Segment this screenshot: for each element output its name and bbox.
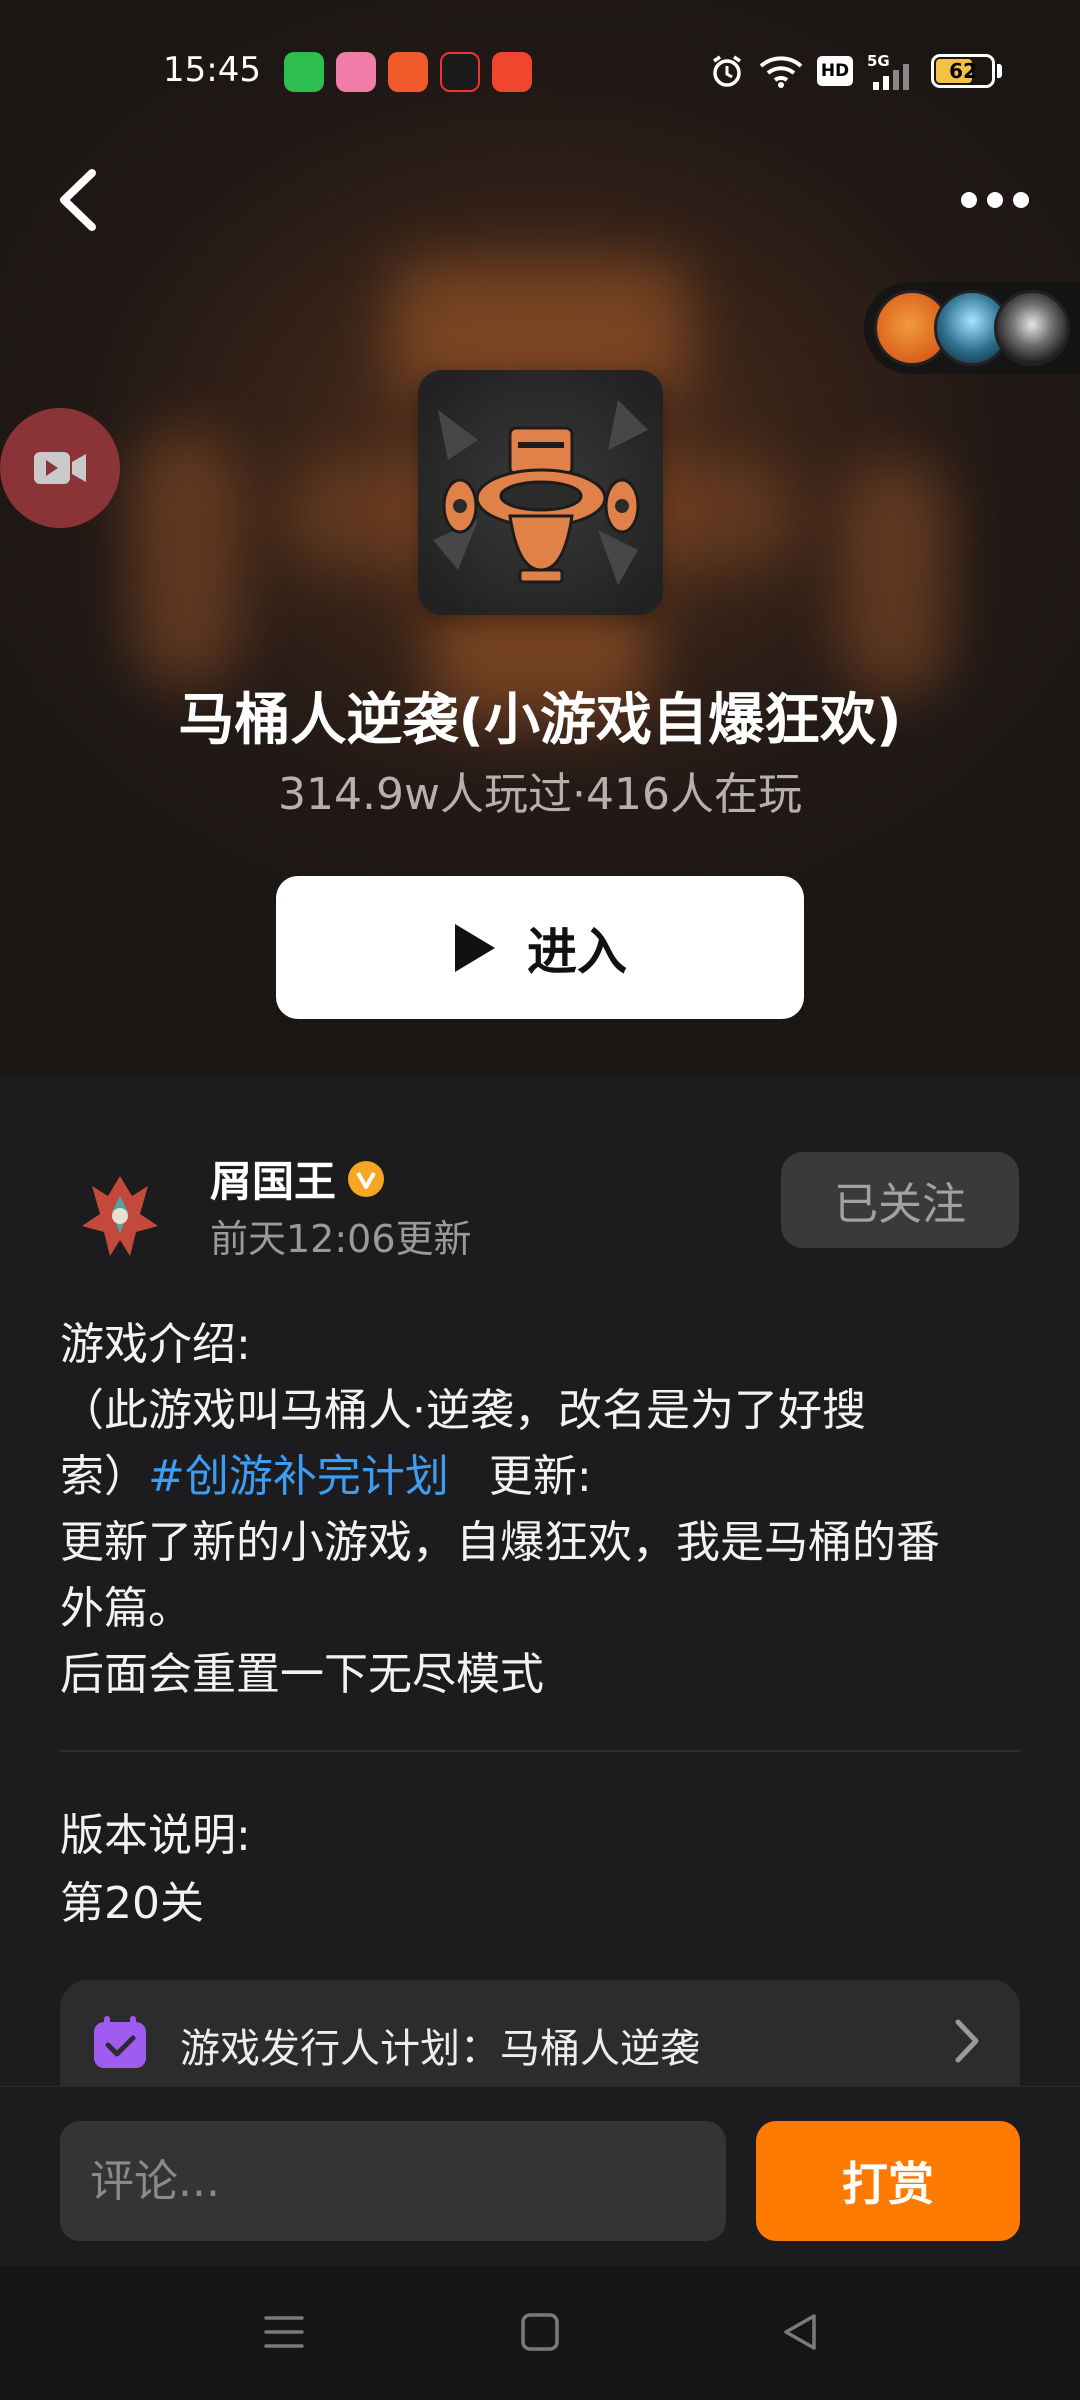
game-icon bbox=[418, 370, 663, 615]
signal-icon: 5G bbox=[867, 52, 917, 90]
enter-button-label: 进入 bbox=[527, 922, 627, 981]
status-time: 15:45 bbox=[163, 50, 261, 90]
play-icon bbox=[455, 923, 495, 972]
menu-icon[interactable] bbox=[262, 2310, 306, 2354]
author-name: 屑国王 bbox=[210, 1157, 337, 1206]
chevron-right-icon bbox=[955, 2019, 979, 2063]
home-icon[interactable] bbox=[518, 2310, 562, 2354]
game-detail-content: 屑国王 前天12:06更新 已关注 游戏介绍: （此游戏叫马桶人·逆袭，改名是为… bbox=[0, 1076, 1080, 2130]
version-text: 第20关 bbox=[60, 1878, 204, 1929]
wifi-icon bbox=[759, 52, 803, 90]
game-hero: 15:45 HD 5G 62 马桶人逆袭(小游戏自爆狂欢) 314.9w人玩过·… bbox=[0, 0, 1080, 1076]
game-description: 游戏介绍: （此游戏叫马桶人·逆袭，改名是为了好搜 索）#创游补完计划 更新: 更… bbox=[60, 1312, 1020, 1708]
version-notes: 版本说明: 第20关 bbox=[60, 1802, 1020, 1938]
author-avatar[interactable] bbox=[60, 1156, 180, 1276]
verified-badge-icon bbox=[348, 1160, 385, 1197]
video-record-app-icon bbox=[440, 52, 480, 92]
play-app-icon bbox=[492, 52, 532, 92]
more-dot-icon bbox=[961, 192, 977, 208]
author-name-row[interactable]: 屑国王 bbox=[210, 1148, 386, 1209]
enter-game-button[interactable]: 进入 bbox=[276, 876, 804, 1019]
description-line: 外篇。 bbox=[60, 1583, 192, 1634]
system-icons: HD 5G 62 bbox=[709, 52, 1002, 90]
topic-tag-link[interactable]: #创游补完计划 bbox=[148, 1451, 449, 1502]
battery-icon: 62 bbox=[931, 52, 1002, 90]
video-camera-icon bbox=[34, 452, 86, 484]
food-app-icon bbox=[388, 52, 428, 92]
description-line: 索）#创游补完计划 更新: bbox=[60, 1451, 592, 1502]
players-avatars[interactable] bbox=[864, 282, 1080, 374]
tip-button[interactable]: 打赏 bbox=[756, 2121, 1020, 2241]
bilibili-app-icon bbox=[336, 52, 376, 92]
comment-input[interactable] bbox=[60, 2121, 726, 2241]
comment-bar: 打赏 bbox=[0, 2086, 1080, 2266]
record-button[interactable] bbox=[0, 408, 120, 528]
alarm-icon bbox=[709, 52, 745, 90]
more-dot-icon bbox=[987, 192, 1003, 208]
more-options-button[interactable] bbox=[950, 180, 1040, 220]
version-heading: 版本说明: bbox=[60, 1810, 251, 1861]
follow-button[interactable]: 已关注 bbox=[781, 1152, 1019, 1248]
status-bar: 15:45 HD 5G 62 bbox=[0, 40, 1080, 102]
description-line: 更新了新的小游戏，自爆狂欢，我是马桶的番 bbox=[60, 1517, 940, 1568]
description-line: 游戏介绍: bbox=[60, 1319, 251, 1370]
system-navigation-bar bbox=[0, 2266, 1080, 2400]
notification-icons bbox=[284, 52, 532, 92]
game-title: 马桶人逆袭(小游戏自爆狂欢) bbox=[178, 688, 902, 753]
game-stats: 314.9w人玩过·416人在玩 bbox=[278, 769, 802, 820]
description-line: 后面会重置一下无尽模式 bbox=[60, 1649, 544, 1700]
calendar-check-icon bbox=[94, 2016, 146, 2068]
section-divider bbox=[60, 1750, 1020, 1752]
description-line: （此游戏叫马桶人·逆袭，改名是为了好搜 bbox=[60, 1385, 866, 1436]
update-time: 前天12:06更新 bbox=[210, 1217, 472, 1261]
chevron-left-icon bbox=[60, 169, 96, 231]
player-avatar bbox=[994, 290, 1070, 366]
plan-text: 游戏发行人计划：马桶人逆袭 bbox=[180, 2026, 700, 2072]
back-button[interactable] bbox=[50, 165, 110, 235]
more-dot-icon bbox=[1013, 192, 1029, 208]
hd-icon: HD bbox=[817, 52, 853, 90]
back-nav-icon[interactable] bbox=[778, 2310, 822, 2354]
shopping-app-icon bbox=[284, 52, 324, 92]
